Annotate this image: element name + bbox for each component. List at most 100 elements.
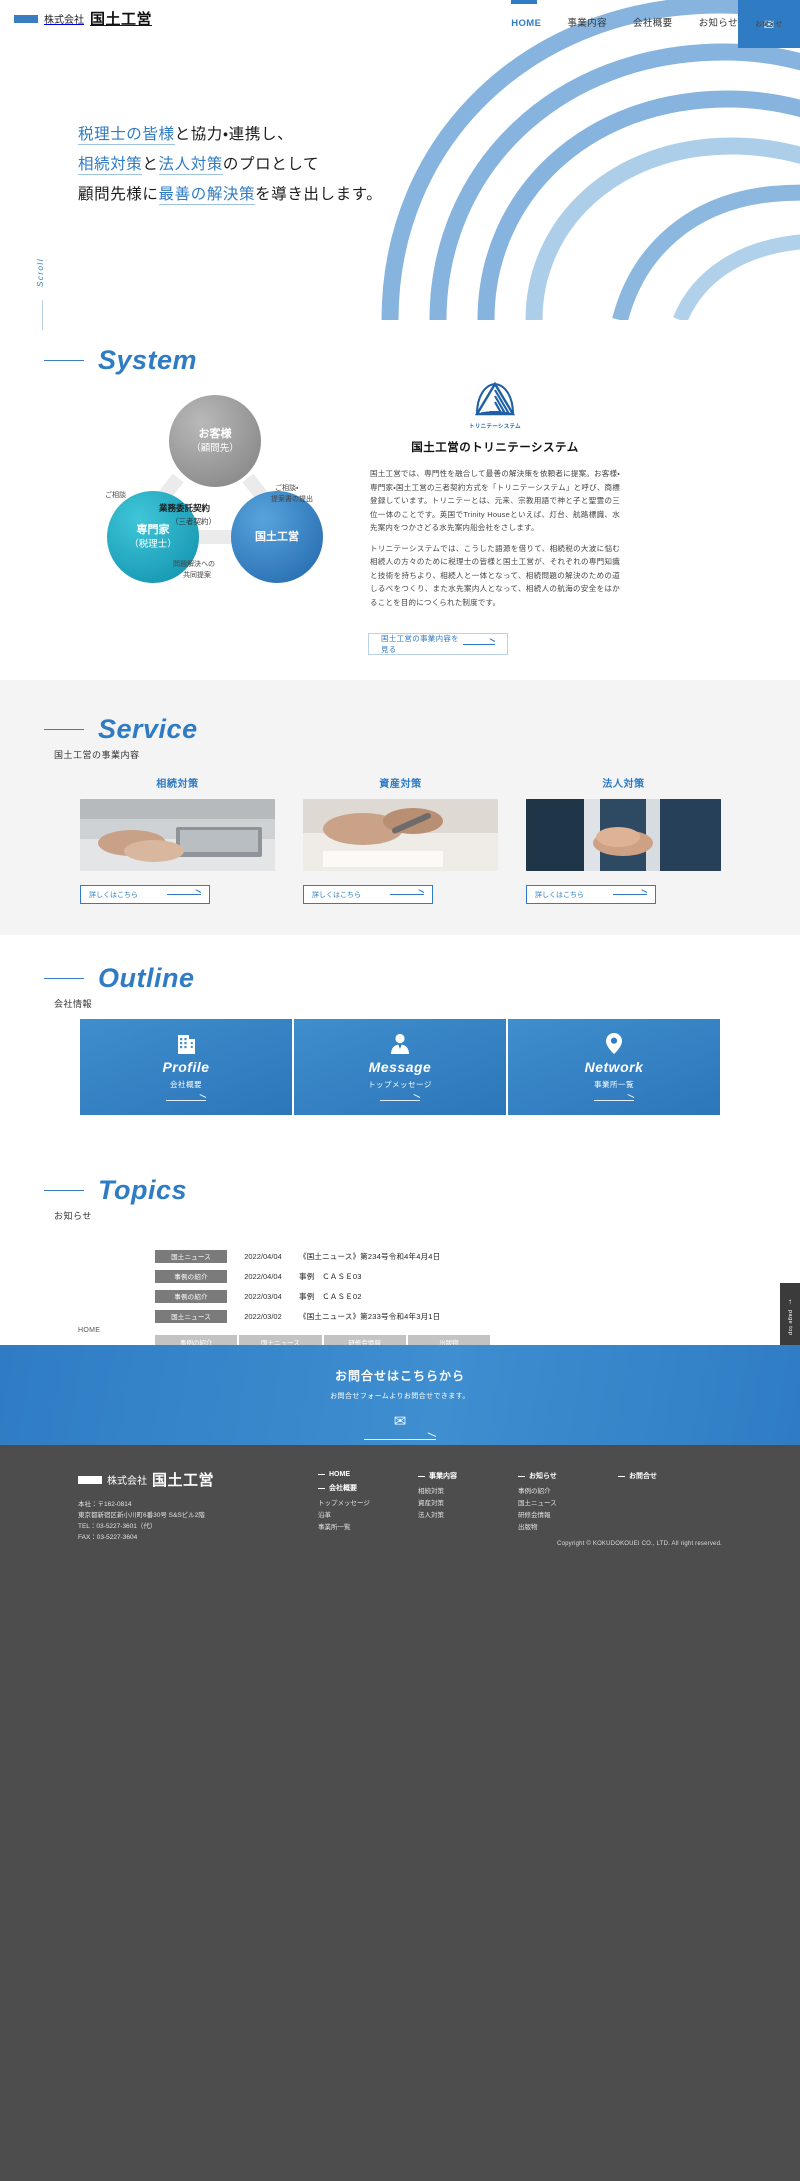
- dash-icon: [318, 1487, 325, 1489]
- hero-line-2: 相続対策と法人対策のプロとして: [78, 150, 382, 180]
- outline-card-ja: トップメッセージ: [368, 1079, 432, 1089]
- hero-text-segment: 最善の解決策: [158, 186, 256, 205]
- nav-link-company[interactable]: 会社概要: [633, 18, 673, 29]
- arrow-up-icon: ↑: [788, 1297, 792, 1307]
- footer-column-subhead[interactable]: 会社概要: [318, 1483, 396, 1493]
- footer-link[interactable]: 資産対策: [418, 1498, 496, 1510]
- service-section: Service 国土工営の事業内容 相続対策 詳しくはこちら 資産対策 詳しくは…: [0, 680, 800, 935]
- footer-address-line: TEL：03-5227-3601（代）: [78, 1523, 157, 1530]
- footer-link[interactable]: 法人対策: [418, 1510, 496, 1522]
- footer-link[interactable]: 事業所一覧: [318, 1522, 396, 1534]
- header-contact-button[interactable]: ✉ お問合せ: [738, 0, 800, 48]
- nav-link-news[interactable]: お知らせ: [699, 18, 738, 29]
- hero-section: 税理士の皆様と協力・連携し、 相続対策と法人対策のプロとして 顧問先様に最善の解…: [0, 0, 800, 330]
- dash-icon: [518, 1475, 525, 1477]
- signing-document-photo: [303, 799, 498, 871]
- site-logo[interactable]: 株式会社 国土工営: [14, 8, 152, 29]
- logo-name: 国土工営: [90, 11, 153, 28]
- footer-column-head[interactable]: お問合せ: [618, 1471, 696, 1481]
- footer-link[interactable]: 相続対策: [418, 1486, 496, 1498]
- news-title: 《国土ニュース》第234号令和4年4月4日: [299, 1251, 441, 1261]
- system-heading: System: [44, 345, 800, 376]
- scroll-indicator: Scroll: [36, 258, 45, 330]
- news-item[interactable]: 国土ニュース 2022/04/04 《国土ニュース》第234号令和4年4月4日: [155, 1247, 575, 1265]
- nav-item-home[interactable]: HOME: [511, 13, 541, 31]
- service-cards: 相続対策 詳しくはこちら 資産対策 詳しくはこちら 法人対策 詳しくはこちら: [80, 775, 721, 904]
- heading-rule: [44, 728, 84, 731]
- service-card-title: 資産対策: [379, 779, 422, 790]
- footer-head-label: お知らせ: [529, 1473, 557, 1480]
- breadcrumb[interactable]: HOME: [78, 1327, 100, 1334]
- system-section: System お客様 （顧問先） 専門家 （税理士） 国土工営 ご相談 ご相談・…: [0, 345, 800, 680]
- footer-column-head[interactable]: HOME: [318, 1471, 396, 1478]
- news-list: 国土ニュース 2022/04/04 《国土ニュース》第234号令和4年4月4日 …: [155, 1247, 575, 1327]
- nav-item-company[interactable]: 会社概要: [633, 13, 673, 31]
- footer-link[interactable]: 事例の紹介: [518, 1486, 596, 1498]
- news-title: 事例 ＣＡＳＥ02: [299, 1291, 362, 1301]
- topics-section: Topics お知らせ 国土ニュース 2022/04/04 《国土ニュース》第2…: [0, 1175, 800, 1365]
- outline-card-message[interactable]: Message トップメッセージ: [294, 1019, 506, 1115]
- hero-line-1: 税理士の皆様と協力・連携し、: [78, 120, 382, 150]
- footer-link[interactable]: 国土ニュース: [518, 1498, 596, 1510]
- page-top-button[interactable]: ↑ page top: [780, 1283, 800, 1351]
- page-top-label: page top: [787, 1310, 793, 1336]
- news-item[interactable]: 事例の紹介 2022/03/04 事例 ＣＡＳＥ02: [155, 1287, 575, 1305]
- outline-section: Outline 会社情報 Profile 会社概要 Message トップメッセ…: [0, 935, 800, 1175]
- footer-column-contact: お問合せ: [618, 1471, 696, 1543]
- footer-column-home: HOME 会社概要 トップメッセージ 沿革 事業所一覧: [318, 1471, 396, 1543]
- arrow-right-icon: [594, 1099, 634, 1101]
- footer-link[interactable]: 研修会情報: [518, 1510, 596, 1522]
- footer-column-head[interactable]: お知らせ: [518, 1471, 596, 1481]
- news-date: 2022/03/02: [244, 1311, 282, 1321]
- service-card-button-label: 詳しくはこちら: [89, 891, 138, 899]
- news-item[interactable]: 事例の紹介 2022/04/04 事例 ＣＡＳＥ03: [155, 1267, 575, 1285]
- main-nav: HOME 事業内容 会社概要 お知らせ: [511, 13, 738, 31]
- nav-item-business[interactable]: 事業内容: [567, 13, 607, 31]
- footer-address-line: 東京都新宿区新小川町6番30号 S&Sビル2階: [78, 1512, 205, 1519]
- logo-prefix: 株式会社: [44, 15, 84, 26]
- footer-logo-name: 国土工営: [152, 1472, 215, 1489]
- nav-link-home[interactable]: HOME: [511, 18, 541, 29]
- trinity-paragraph-2: トリニテーシステムでは、こうした語源を借りて、相続税の大波に悩む相続人の方々のた…: [370, 543, 620, 607]
- venn-expert-line1: 専門家: [136, 523, 170, 536]
- cta-heading: お問合せはこちらから: [334, 1369, 465, 1383]
- service-heading: Service: [44, 680, 800, 745]
- outline-card-ja: 会社概要: [170, 1079, 202, 1089]
- copyright: Copyright © KOKUDOKOUEI CO., LTD. All ri…: [557, 1541, 722, 1547]
- system-cta-button[interactable]: 国土工営の事業内容を見る: [368, 633, 508, 655]
- person-tie-icon: [390, 1033, 410, 1054]
- page-root: 税理士の皆様と協力・連携し、 相続対策と法人対策のプロとして 顧問先様に最善の解…: [0, 0, 800, 2181]
- service-card-button[interactable]: 詳しくはこちら: [526, 885, 656, 904]
- contact-cta-section[interactable]: お問合せはこちらから お問合せフォームよりお問合せできます。 ✉: [0, 1345, 800, 1445]
- footer-link[interactable]: トップメッセージ: [318, 1498, 396, 1510]
- nav-link-business[interactable]: 事業内容: [567, 18, 607, 29]
- service-card[interactable]: 資産対策 詳しくはこちら: [303, 775, 498, 904]
- scroll-label: Scroll: [36, 258, 45, 288]
- news-item[interactable]: 国土ニュース 2022/03/02 《国土ニュース》第233号令和4年3月1日: [155, 1307, 575, 1325]
- handshake-photo: [526, 799, 721, 871]
- heading-rule: [44, 977, 84, 980]
- outline-card-profile[interactable]: Profile 会社概要: [80, 1019, 292, 1115]
- service-card[interactable]: 法人対策 詳しくはこちら: [526, 775, 721, 904]
- footer-column-news: お知らせ 事例の紹介 国土ニュース 研修会情報 出版物: [518, 1471, 596, 1543]
- outline-card-ja: 事業所一覧: [594, 1079, 634, 1089]
- footer-head-label: HOME: [329, 1471, 350, 1478]
- footer-column-head[interactable]: 事業内容: [418, 1471, 496, 1481]
- arrow-right-icon: [167, 894, 201, 895]
- laptop-hands-photo: [80, 799, 275, 871]
- footer-link[interactable]: 沿革: [318, 1510, 396, 1522]
- service-card-button[interactable]: 詳しくはこちら: [303, 885, 433, 904]
- hero-text-segment: 税理士の皆様: [78, 126, 175, 145]
- outline-cards: Profile 会社概要 Message トップメッセージ Network 事業…: [80, 1019, 720, 1115]
- venn-label-bottom-2: 共同提案: [183, 572, 211, 579]
- service-card-button[interactable]: 詳しくはこちら: [80, 885, 210, 904]
- service-card[interactable]: 相続対策 詳しくはこちら: [80, 775, 275, 904]
- building-icon: [177, 1034, 195, 1054]
- outline-card-network[interactable]: Network 事業所一覧: [508, 1019, 720, 1115]
- topics-title: Topics: [98, 1175, 188, 1205]
- heading-rule: [44, 1189, 84, 1192]
- footer-link[interactable]: 出版物: [518, 1522, 596, 1534]
- venn-customer-line1: お客様: [198, 427, 232, 440]
- nav-item-news[interactable]: お知らせ: [699, 13, 738, 31]
- outline-card-en: Message: [368, 1058, 432, 1075]
